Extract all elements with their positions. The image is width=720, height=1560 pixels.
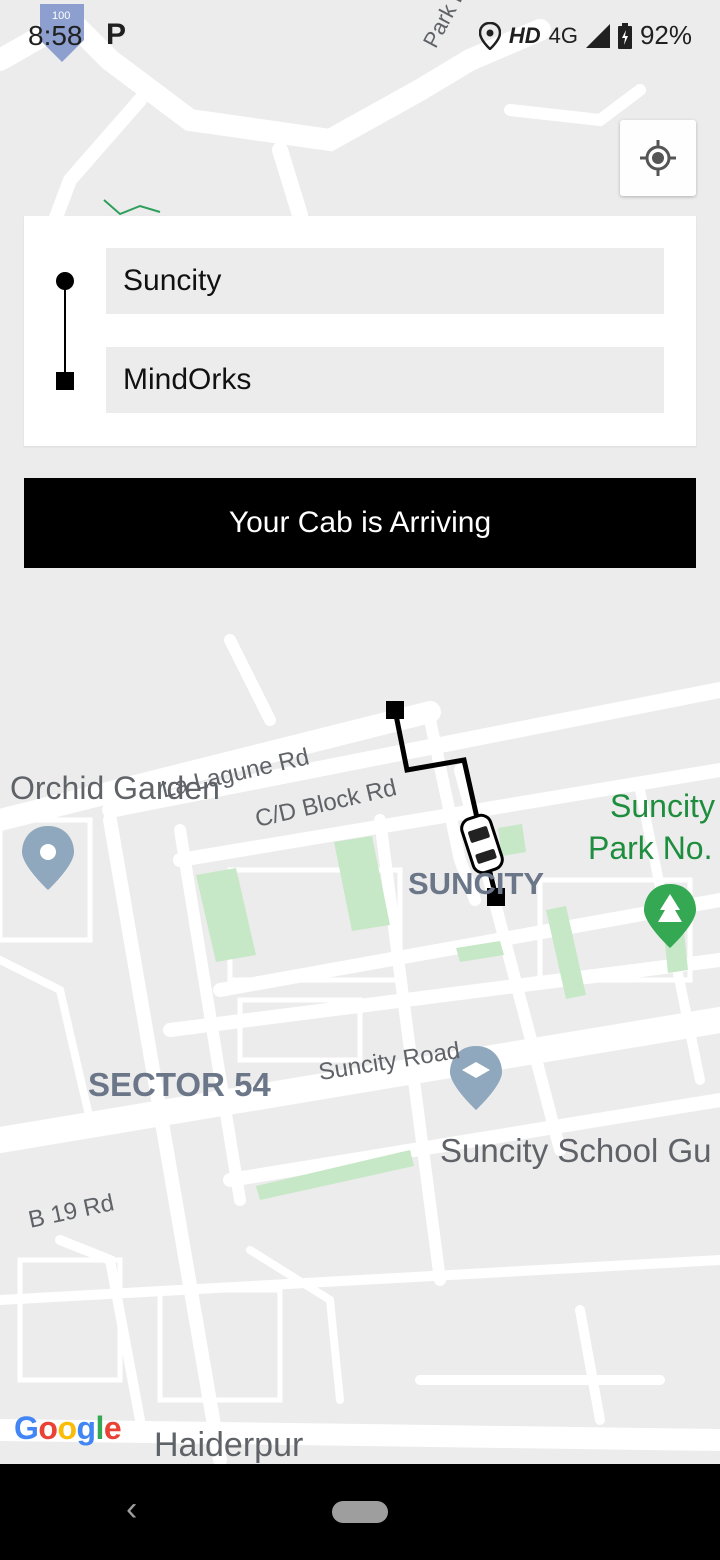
hd-label: HD (508, 22, 541, 48)
route-start-marker (386, 701, 404, 719)
battery-charging-icon (617, 22, 632, 49)
route-connector (64, 286, 66, 378)
status-bar: 8:58 P HD 4G 92% (0, 0, 720, 72)
home-pill-button[interactable] (332, 1501, 388, 1523)
battery-percent: 92% (639, 20, 692, 50)
cab-status-banner: Your Cab is Arriving (24, 478, 696, 568)
status-indicators: HD 4G 92% (478, 20, 692, 51)
orchid-garden-pin-icon (22, 826, 74, 890)
haiderpur-label: Haiderpur (154, 1426, 304, 1464)
parking-notification-icon: P (106, 18, 127, 51)
pickup-location-field[interactable]: Suncity (106, 248, 664, 314)
google-logo: Google (14, 1410, 122, 1446)
signal-icon (585, 23, 610, 48)
suncity-park-label-line2: Park No. (588, 830, 713, 866)
my-location-button[interactable] (620, 120, 696, 196)
drop-square-icon (56, 372, 74, 390)
orchid-garden-label: Orchid Garden (10, 770, 220, 806)
suncity-school-label: Suncity School Gu (440, 1132, 712, 1169)
location-icon (478, 21, 501, 50)
network-label: 4G (548, 22, 578, 48)
crosshair-icon (640, 140, 676, 176)
suncity-park-label-line1: Suncity (610, 788, 715, 824)
drop-location-field[interactable]: MindOrks (106, 347, 664, 413)
route-card: Suncity MindOrks (24, 216, 696, 446)
suncity-area-label: SUNCITY (408, 866, 545, 901)
back-icon[interactable]: ‹ (126, 1490, 137, 1529)
sector-54-label: SECTOR 54 (88, 1066, 271, 1103)
status-time: 8:58 (28, 20, 83, 51)
navigation-bar: ‹ (0, 1464, 720, 1560)
